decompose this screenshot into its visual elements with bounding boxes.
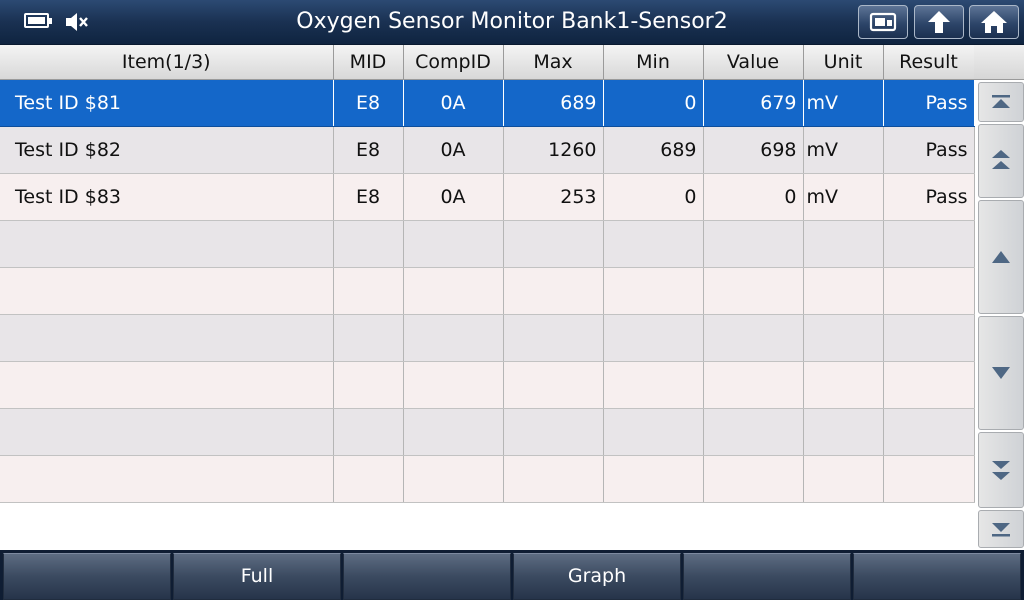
table-row[interactable]: Test ID $82 E8 0A 1260 689 698 mV Pass: [0, 126, 975, 174]
home-button[interactable]: [969, 5, 1019, 39]
table-row[interactable]: Test ID $83 E8 0A 253 0 0 mV Pass: [0, 173, 975, 221]
unit-cell: mV: [803, 79, 884, 127]
column-header-value[interactable]: Value: [703, 45, 804, 80]
function-button-3[interactable]: [343, 553, 511, 600]
max-cell: 1260: [503, 126, 604, 174]
column-header-unit[interactable]: Unit: [803, 45, 884, 80]
results-table: Item(1/3) MID CompID Max Min Value Unit …: [0, 45, 975, 503]
result-cell: Pass: [883, 79, 975, 127]
column-header-result[interactable]: Result: [883, 45, 975, 80]
result-cell: Pass: [883, 126, 975, 174]
mid-cell: E8: [333, 126, 404, 174]
max-cell: 253: [503, 173, 604, 221]
mid-cell: E8: [333, 79, 404, 127]
line-down-button[interactable]: [978, 316, 1024, 430]
empty-table-row: [0, 408, 975, 456]
result-cell: Pass: [883, 173, 975, 221]
line-down-icon: [992, 367, 1010, 379]
empty-table-row: [0, 455, 975, 503]
scroll-top-icon: [992, 95, 1010, 108]
empty-table-row: [0, 220, 975, 268]
column-header-compid[interactable]: CompID: [403, 45, 504, 80]
print-screen-icon: [869, 12, 897, 32]
home-icon: [981, 11, 1007, 33]
line-up-button[interactable]: [978, 200, 1024, 314]
min-cell: 0: [603, 173, 704, 221]
item-cell: Test ID $83: [0, 173, 334, 221]
function-button-1[interactable]: [3, 553, 171, 600]
empty-table-row: [0, 314, 975, 362]
min-cell: 0: [603, 79, 704, 127]
mid-cell: E8: [333, 173, 404, 221]
back-button[interactable]: [914, 5, 964, 39]
max-cell: 689: [503, 79, 604, 127]
full-button[interactable]: Full: [173, 553, 341, 600]
function-button-6[interactable]: [853, 553, 1021, 600]
compid-cell: 0A: [403, 126, 504, 174]
scroll-bottom-icon: [992, 523, 1010, 537]
empty-table-row: [0, 361, 975, 409]
speaker-muted-icon: [66, 13, 88, 31]
min-cell: 689: [603, 126, 704, 174]
print-screen-button[interactable]: [858, 5, 908, 39]
value-cell: 698: [703, 126, 804, 174]
page-up-icon: [992, 150, 1010, 169]
back-arrow-icon: [928, 11, 950, 33]
page-down-button[interactable]: [978, 432, 1024, 508]
item-cell: Test ID $82: [0, 126, 334, 174]
table-corner: [974, 45, 1024, 80]
page-up-button[interactable]: [978, 124, 1024, 198]
unit-cell: mV: [803, 173, 884, 221]
value-cell: 679: [703, 79, 804, 127]
graph-button[interactable]: Graph: [513, 553, 681, 600]
table-row[interactable]: Test ID $81 E8 0A 689 0 679 mV Pass: [0, 79, 975, 127]
function-button-5[interactable]: [683, 553, 851, 600]
page-down-icon: [992, 461, 1010, 480]
compid-cell: 0A: [403, 173, 504, 221]
column-header-mid[interactable]: MID: [333, 45, 404, 80]
value-cell: 0: [703, 173, 804, 221]
table-header-row: Item(1/3) MID CompID Max Min Value Unit …: [0, 45, 975, 80]
column-header-min[interactable]: Min: [603, 45, 704, 80]
column-header-max[interactable]: Max: [503, 45, 604, 80]
unit-cell: mV: [803, 126, 884, 174]
column-header-item[interactable]: Item(1/3): [0, 45, 334, 80]
scroll-bottom-button[interactable]: [978, 510, 1024, 548]
item-cell: Test ID $81: [0, 79, 334, 127]
battery-charging-icon: [24, 13, 52, 28]
compid-cell: 0A: [403, 79, 504, 127]
empty-table-row: [0, 267, 975, 315]
scroll-top-button[interactable]: [978, 82, 1024, 122]
line-up-icon: [992, 251, 1010, 263]
